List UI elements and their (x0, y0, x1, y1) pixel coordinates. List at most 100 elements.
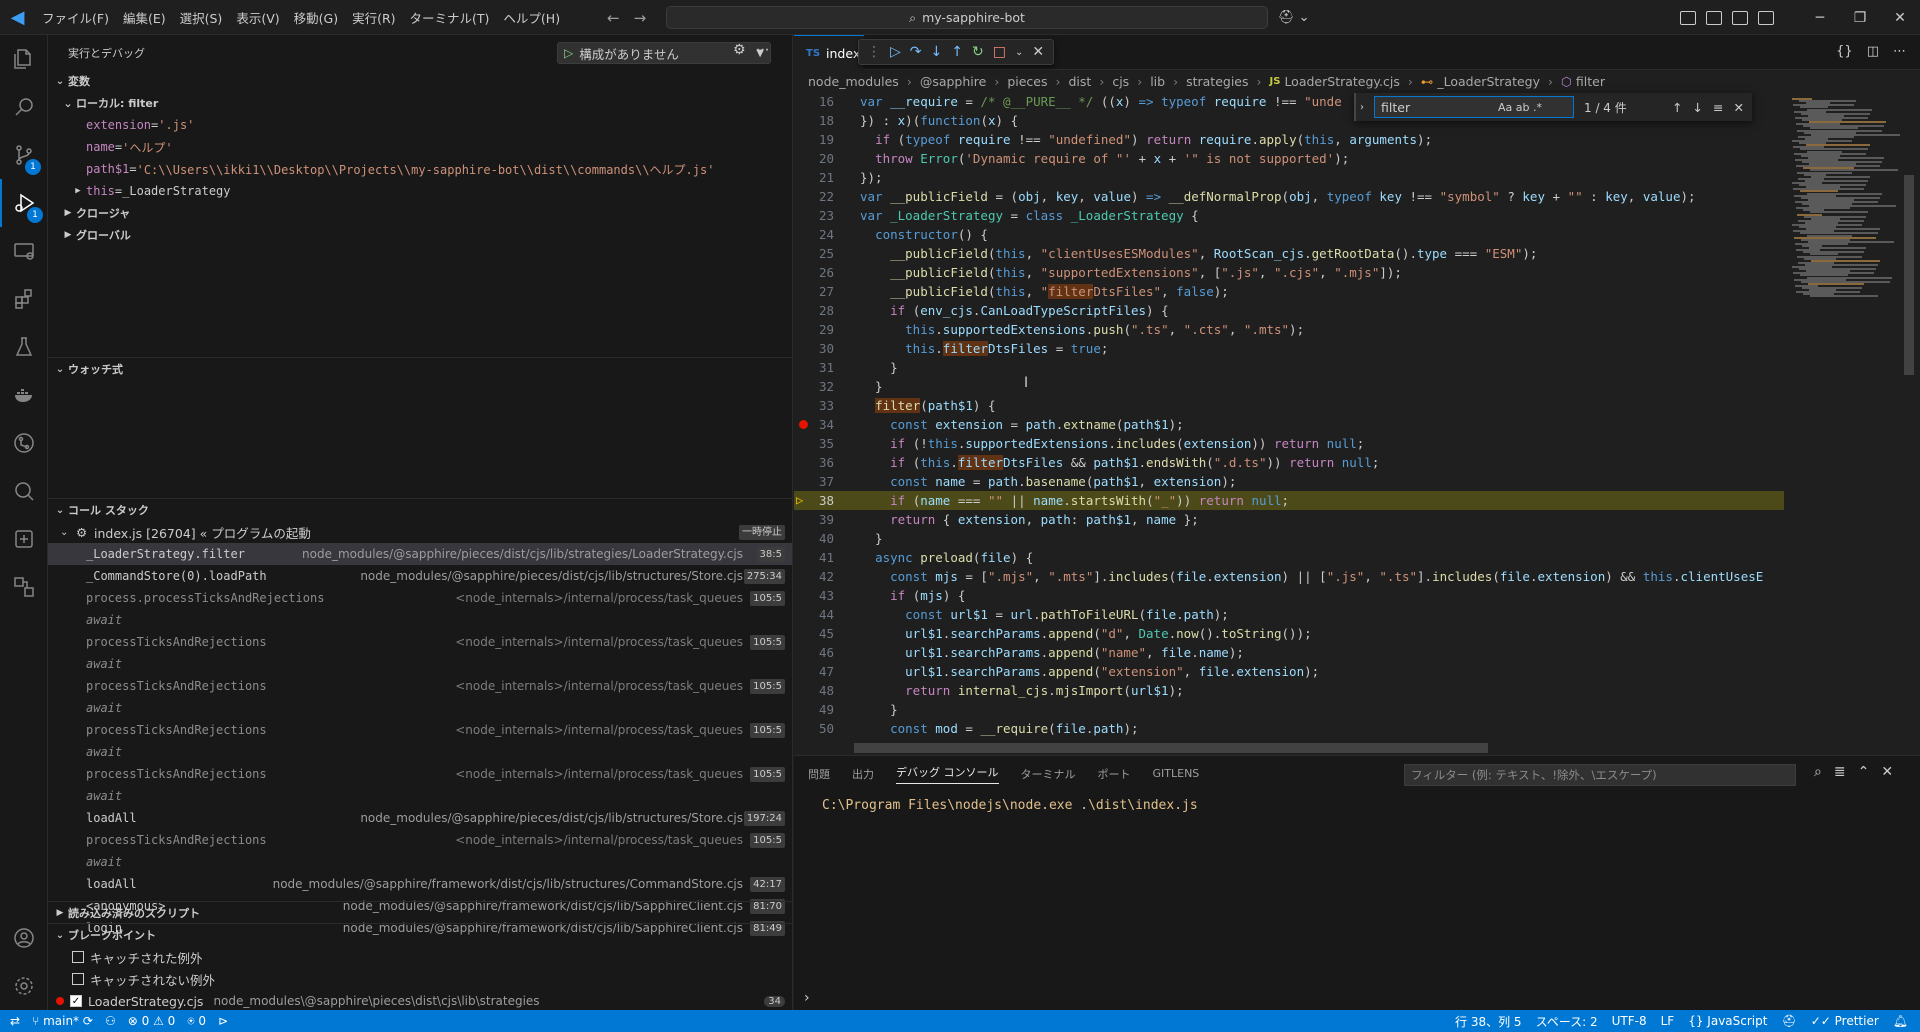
menu-view[interactable]: 表示(V) (229, 8, 286, 27)
encoding[interactable]: UTF-8 (1612, 1014, 1647, 1028)
scope-closure[interactable]: ▶ クロージャ (48, 202, 792, 224)
drag-handle-icon[interactable]: ⋮ (867, 44, 881, 60)
more-actions-icon[interactable]: ⋯ (1893, 44, 1906, 59)
eol[interactable]: LF (1661, 1014, 1675, 1028)
gear-icon[interactable]: ⚙ (733, 42, 746, 58)
command-center-search[interactable]: ⌕ my-sapphire-bot (666, 6, 1268, 29)
ports-status[interactable]: ⍟ 0 (187, 1014, 206, 1029)
docker-icon[interactable] (0, 371, 48, 419)
gitlens-inspect-icon[interactable] (0, 467, 48, 515)
tab-terminal[interactable]: ターミナル (1021, 766, 1076, 782)
breadcrumb-item[interactable]: cjs (1112, 74, 1129, 89)
menu-edit[interactable]: 編集(E) (116, 8, 173, 27)
menu-terminal[interactable]: ターミナル(T) (403, 8, 497, 27)
source-control-icon[interactable]: 1 (0, 131, 48, 179)
debug-run-icon[interactable]: ⊳ (218, 1014, 228, 1028)
checkbox-unchecked[interactable] (72, 951, 84, 963)
restore-icon[interactable]: ❐ (1840, 10, 1880, 26)
customize-layout-icon[interactable] (1680, 10, 1696, 25)
find-in-selection-icon[interactable]: ≡ (1713, 100, 1723, 115)
tab-debug-console[interactable]: デバッグ コンソール (896, 764, 999, 784)
split-editor-icon[interactable]: ◫ (1867, 44, 1879, 59)
remote-indicator-icon[interactable]: ⇄ (10, 1014, 20, 1028)
breadcrumb-item[interactable]: @sapphire (920, 74, 987, 89)
breadcrumb-item[interactable]: LoaderStrategy.cjs (1284, 74, 1399, 89)
restart-icon[interactable]: ↻ (972, 44, 984, 60)
back-arrow-icon[interactable]: ← (607, 9, 620, 27)
continue-icon[interactable]: ▷ (890, 44, 901, 60)
breadcrumb-item[interactable]: _LoaderStrategy (1437, 74, 1540, 89)
chevron-right-icon[interactable]: › (1360, 102, 1364, 113)
console-prompt-chevron-icon[interactable]: › (804, 990, 810, 1006)
search-view-icon[interactable] (0, 83, 48, 131)
stop-icon[interactable]: □ (993, 44, 1006, 60)
menu-help[interactable]: ヘルプ(H) (496, 8, 567, 27)
branch-status[interactable]: ⑂ main* ⟳ (32, 1014, 93, 1028)
notifications-bell-icon[interactable]: 🔔︎ (1893, 1014, 1908, 1028)
step-over-icon[interactable]: ↷ (910, 44, 922, 60)
callstack-frame[interactable]: processTicksAndRejections <node_internals… (48, 675, 792, 697)
start-debug-play-icon[interactable]: ▷ (564, 46, 573, 60)
scope-global[interactable]: ▶ グローバル (48, 224, 792, 246)
toggle-secondary-sidebar-icon[interactable] (1758, 10, 1774, 25)
variables-header[interactable]: ⌄ 変数 (48, 70, 792, 92)
explorer-icon[interactable] (0, 35, 48, 83)
minimap[interactable] (1788, 92, 1918, 755)
breakpoints-header[interactable]: ⌄ ブレークポイント (48, 924, 792, 946)
breakpoint-loaderstrategy[interactable]: ✓ LoaderStrategy.cjs node_modules\@sapph… (48, 990, 792, 1010)
debug-target-icon[interactable]: ⚇ (105, 1014, 116, 1028)
close-window-icon[interactable]: ✕ (1880, 10, 1920, 26)
minimize-icon[interactable]: ─ (1800, 10, 1840, 26)
step-into-icon[interactable]: ↓ (931, 44, 943, 60)
remote-explorer-icon[interactable] (0, 227, 48, 275)
language-mode[interactable]: {} JavaScript (1688, 1014, 1767, 1028)
copilot-icon[interactable]: ⛑ ⌄ (1278, 0, 1310, 35)
menu-run[interactable]: 実行(R) (345, 8, 402, 27)
breadcrumb-item[interactable]: pieces (1007, 74, 1047, 89)
toggle-primary-sidebar-icon[interactable] (1706, 10, 1722, 25)
extensions-icon[interactable] (0, 275, 48, 323)
braces-icon[interactable]: {} (1836, 44, 1853, 59)
forward-arrow-icon[interactable]: → (634, 9, 647, 27)
tab-index[interactable]: TS index.t (794, 35, 869, 70)
loaded-scripts-header[interactable]: ▶ 読み込み済みのスクリプト (48, 902, 792, 924)
callstack-frame[interactable]: _CommandStore(0).loadPath node_modules/@s… (48, 565, 792, 587)
menu-go[interactable]: 移動(G) (287, 8, 345, 27)
close-panel-icon[interactable]: ✕ (1881, 764, 1893, 780)
close-icon[interactable]: ✕ (1734, 100, 1744, 115)
arrow-down-icon[interactable]: ↓ (1693, 100, 1703, 115)
problems-status[interactable]: ⊗ 0 ⚠ 0 (128, 1014, 176, 1028)
checkbox-unchecked[interactable] (72, 973, 84, 985)
breadcrumb-item[interactable]: dist (1069, 74, 1092, 89)
callstack-frame[interactable]: processTicksAndRejections <node_internals… (48, 719, 792, 741)
find-input[interactable]: filter Aa ab .* (1374, 96, 1574, 118)
chevron-down-icon[interactable]: ⌄ (1015, 47, 1023, 58)
callstack-frame[interactable]: _LoaderStrategy.filter node_modules/@sapp… (48, 543, 792, 565)
watch-header[interactable]: ⌄ ウォッチ式 (48, 358, 792, 380)
callstack-frame[interactable]: processTicksAndRejections <node_internals… (48, 763, 792, 785)
indentation[interactable]: スペース: 2 (1536, 1013, 1598, 1030)
tab-gitlens[interactable]: GITLENS (1153, 767, 1200, 780)
variable-this[interactable]: ▶ this = _LoaderStrategy (48, 180, 792, 202)
variable-extension[interactable]: extension = '.js' (48, 114, 792, 136)
callstack-frame[interactable]: processTicksAndRejections <node_internals… (48, 631, 792, 653)
prettier-status[interactable]: ✓✓ Prettier (1811, 1014, 1879, 1028)
breakpoint-uncaught-exceptions[interactable]: キャッチされない例外 (48, 968, 792, 990)
callstack-frame[interactable]: loadAll node_modules/@sapphire/framework/… (48, 873, 792, 895)
breadcrumb-item[interactable]: filter (1576, 74, 1605, 89)
copilot-status-icon[interactable]: ⛑ (1781, 1014, 1796, 1028)
close-toolbar-icon[interactable]: ✕ (1032, 44, 1044, 60)
breadcrumb-item[interactable]: node_modules (808, 74, 899, 89)
menu-selection[interactable]: 選択(S) (173, 8, 230, 27)
callstack-frame[interactable]: loadAll node_modules/@sapphire/pieces/dis… (48, 807, 792, 829)
source-graph-icon[interactable] (0, 563, 48, 611)
gitlens-icon[interactable] (0, 419, 48, 467)
breakpoint-caught-exceptions[interactable]: キャッチされた例外 (48, 946, 792, 968)
testing-icon[interactable] (0, 323, 48, 371)
maximize-panel-icon[interactable]: ⌃ (1858, 764, 1870, 780)
manage-gear-icon[interactable] (0, 962, 48, 1010)
checkbox-checked[interactable]: ✓ (70, 995, 82, 1007)
scope-local[interactable]: ⌄ ローカル: filter (48, 92, 792, 114)
breadcrumb-item[interactable]: lib (1150, 74, 1165, 89)
tab-output[interactable]: 出力 (852, 766, 874, 782)
